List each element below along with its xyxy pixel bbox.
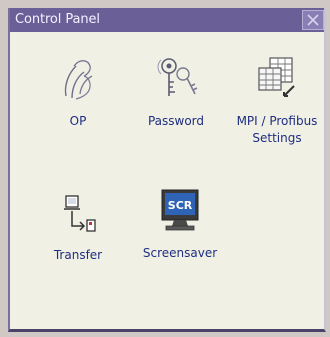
op-label: OP [69,114,87,128]
control-panel-window: Control Panel OP Password MPI / Profibus… [8,8,326,332]
screensaver-icon: SCR [161,189,199,231]
title-bar: Control Panel [10,8,324,32]
mpi-profibus-settings-item[interactable]: MPI / Profibus Settings [231,54,323,147]
password-keys-icon [157,58,198,96]
transfer-icon [64,195,96,232]
transfer-item[interactable]: Transfer [46,192,110,264]
close-button[interactable] [302,10,324,30]
op-item[interactable]: OP [52,54,104,130]
close-icon [307,14,319,26]
screensaver-icon-text: SCR [168,199,193,212]
screensaver-label: Screensaver [142,246,218,260]
op-touch-icon [64,60,93,100]
transfer-label: Transfer [53,248,103,262]
window-title: Control Panel [15,12,100,27]
password-item[interactable]: Password [141,54,211,130]
network-settings-icon [258,57,295,97]
mpi-profibus-settings-label: MPI / Profibus Settings [236,114,318,145]
screensaver-item[interactable]: SCR Screensaver [134,186,226,262]
password-label: Password [147,114,205,128]
